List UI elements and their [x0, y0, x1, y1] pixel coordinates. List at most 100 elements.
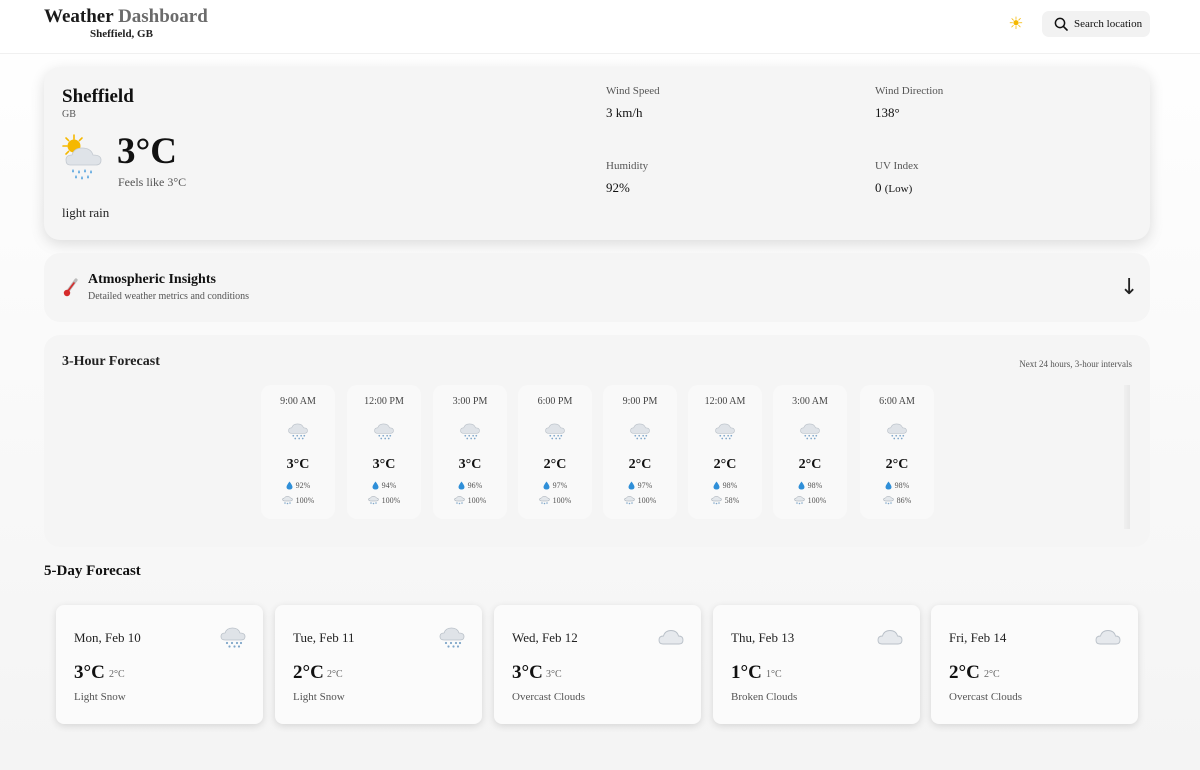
hour-precipitation: 86% [860, 496, 934, 505]
search-location-button[interactable]: Search location [1042, 11, 1150, 37]
hourly-forecast-item: 9:00 PM 2°C 97% 100% [603, 385, 677, 519]
day-min-temp: 2°C [984, 669, 1000, 680]
precipitation-icon [623, 496, 635, 505]
app-title-main: Weather [44, 6, 114, 27]
day-forecast-card[interactable]: Thu, Feb 13 1°C 1°C Broken Clouds [713, 605, 920, 724]
hour-temperature: 3°C [372, 457, 396, 472]
sun-cloud-rain-icon [62, 134, 102, 180]
hourly-forecast-item: 12:00 PM 3°C 94% 100% [347, 385, 421, 519]
humidity-drop-icon [798, 481, 805, 490]
day-min-temp: 2°C [327, 669, 343, 680]
hour-humidity-value: 96% [467, 481, 483, 490]
current-country: GB [62, 109, 76, 120]
precipitation-icon [538, 496, 550, 505]
day-min-temp: 1°C [766, 669, 782, 680]
feels-like: Feels like 3°C [118, 175, 187, 189]
humidity-drop-icon [885, 481, 892, 490]
hour-humidity: 98% [773, 481, 847, 490]
day-max-temp: 2°C [949, 662, 980, 683]
precipitation-icon [710, 496, 722, 505]
hourly-forecast-item: 3:00 PM 3°C 96% 100% [433, 385, 507, 519]
wind-direction-value: 138° [875, 105, 900, 120]
hour-precipitation-value: 100% [637, 496, 657, 505]
hour-time: 3:00 AM [792, 396, 828, 407]
thermometer-icon [63, 278, 78, 297]
wind-direction-label: Wind Direction [875, 85, 944, 97]
day-forecast-card[interactable]: Mon, Feb 10 3°C 2°C Light Snow [56, 605, 263, 724]
hourly-forecast-item: 12:00 AM 2°C 98% 58% [688, 385, 762, 519]
wind-speed-value: 3 km/h [606, 105, 643, 120]
cloud-icon [877, 630, 903, 645]
day-max-temp: 3°C [512, 662, 543, 683]
humidity-drop-icon [543, 481, 550, 490]
hourly-forecast-item: 6:00 AM 2°C 98% 86% [860, 385, 934, 519]
hour-humidity: 94% [347, 481, 421, 490]
arrow-down-icon[interactable]: ↓ [1120, 275, 1138, 300]
search-icon [1054, 17, 1068, 31]
app-title: Weather Dashboard [44, 6, 208, 28]
day-name: Thu, Feb 13 [731, 630, 795, 645]
hour-precipitation-value: 100% [295, 496, 315, 505]
hourly-scrollbar[interactable] [1124, 385, 1130, 529]
hour-precipitation: 100% [261, 496, 335, 505]
current-temperature: 3°C [117, 131, 178, 172]
hour-temperature: 2°C [798, 457, 822, 472]
precipitation-icon [367, 496, 379, 505]
cloud-icon [1095, 630, 1121, 645]
cloud-snow-icon [630, 423, 650, 440]
day-forecast-card[interactable]: Tue, Feb 11 2°C 2°C Light Snow [275, 605, 482, 724]
cloud-snow-icon [288, 423, 308, 440]
app-title-accent: Dashboard [118, 6, 208, 27]
wind-speed-label: Wind Speed [606, 85, 660, 97]
uv-index-level: (Low) [884, 183, 913, 195]
precipitation-icon [793, 496, 805, 505]
day-name: Tue, Feb 11 [293, 630, 355, 645]
hour-humidity-value: 97% [637, 481, 653, 490]
hour-precipitation: 58% [688, 496, 762, 505]
day-description: Light Snow [74, 691, 126, 703]
five-day-forecast-title: 5-Day Forecast [44, 563, 141, 579]
day-max-temp: 2°C [293, 662, 324, 683]
hour-time: 12:00 PM [364, 396, 404, 407]
hourly-forecast-item: 6:00 PM 2°C 97% 100% [518, 385, 592, 519]
search-location-label: Search location [1074, 18, 1143, 30]
humidity-drop-icon [286, 481, 293, 490]
insights-subtitle: Detailed weather metrics and conditions [88, 291, 250, 302]
cloud-snow-icon [374, 423, 394, 440]
hour-temperature: 3°C [458, 457, 482, 472]
hour-precipitation-value: 100% [807, 496, 827, 505]
day-max-temp: 1°C [731, 662, 762, 683]
day-name: Wed, Feb 12 [512, 630, 578, 645]
precipitation-icon [281, 496, 293, 505]
uv-index-number: 0 [875, 180, 882, 195]
day-description: Overcast Clouds [512, 691, 586, 703]
hourly-forecast-title: 3-Hour Forecast [62, 354, 160, 369]
day-forecast-card[interactable]: Fri, Feb 14 2°C 2°C Overcast Clouds [931, 605, 1138, 724]
precipitation-icon [882, 496, 894, 505]
hour-precipitation: 100% [347, 496, 421, 505]
day-forecast-card[interactable]: Wed, Feb 12 3°C 3°C Overcast Clouds [494, 605, 701, 724]
hour-humidity: 92% [261, 481, 335, 490]
sun-icon: ☀ [1008, 14, 1024, 34]
cloud-snow-icon [460, 423, 480, 440]
uv-index-value: 0 (Low) [875, 180, 912, 196]
theme-toggle-button[interactable]: ☀ [1003, 11, 1029, 37]
hour-temperature: 3°C [286, 457, 310, 472]
hourly-forecast-item: 3:00 AM 2°C 98% 100% [773, 385, 847, 519]
hour-humidity: 97% [603, 481, 677, 490]
hour-precipitation-value: 86% [896, 496, 912, 505]
day-min-temp: 2°C [109, 669, 125, 680]
hour-time: 12:00 AM [704, 396, 746, 407]
header-location: Sheffield, GB [90, 28, 153, 40]
hour-humidity: 96% [433, 481, 507, 490]
hour-temperature: 2°C [713, 457, 737, 472]
hour-humidity-value: 97% [552, 481, 568, 490]
hour-time: 9:00 PM [622, 396, 658, 407]
hour-precipitation-value: 100% [467, 496, 487, 505]
atmospheric-insights-panel[interactable]: Atmospheric Insights Detailed weather me… [44, 253, 1150, 322]
hourly-forecast-panel: 3-Hour Forecast Next 24 hours, 3-hour in… [44, 335, 1150, 547]
app-header: Weather Dashboard Sheffield, GB ☀ Search… [0, 0, 1200, 54]
hour-humidity-value: 92% [295, 481, 311, 490]
hour-precipitation: 100% [433, 496, 507, 505]
hour-precipitation: 100% [518, 496, 592, 505]
